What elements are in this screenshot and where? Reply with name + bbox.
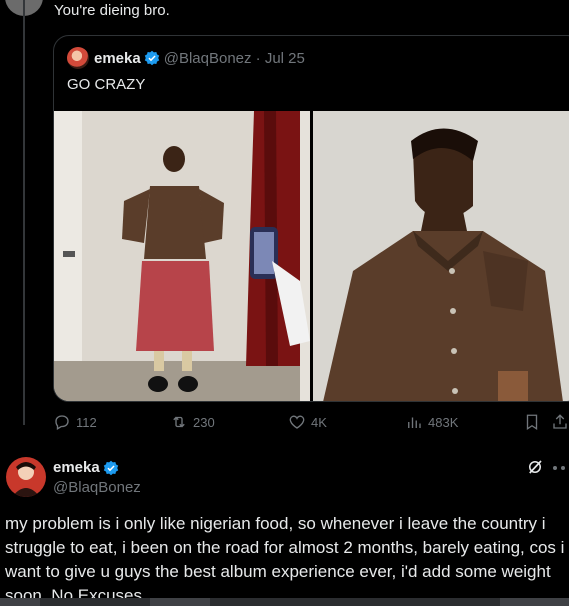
views-button[interactable]: 483K bbox=[405, 413, 458, 431]
like-count: 4K bbox=[311, 414, 327, 430]
quoted-tweet-text: GO CRAZY bbox=[67, 76, 146, 93]
author-handle[interactable]: @BlaqBonez bbox=[53, 479, 141, 496]
bookmark-button[interactable] bbox=[523, 413, 546, 431]
more-options-icon[interactable] bbox=[553, 466, 569, 470]
quoted-photo-1[interactable] bbox=[54, 111, 310, 401]
bottom-bar-segment bbox=[150, 598, 210, 606]
grok-icon[interactable] bbox=[526, 458, 544, 476]
quoted-author-name[interactable]: emeka bbox=[94, 50, 141, 67]
quoted-author-avatar[interactable] bbox=[67, 47, 89, 69]
quoted-author-handle[interactable]: @BlaqBonez bbox=[164, 50, 252, 67]
photo-1-illustration bbox=[54, 111, 310, 401]
quoted-tweet-card[interactable]: emeka @BlaqBonez · Jul 25 GO CRAZY bbox=[53, 35, 569, 402]
author-avatar[interactable] bbox=[6, 457, 46, 497]
views-icon bbox=[408, 417, 421, 428]
views-count: 483K bbox=[428, 414, 459, 430]
reply-text: You're dieing bro. bbox=[54, 2, 170, 19]
separator-dot: · bbox=[251, 49, 265, 67]
bottom-bar-segment bbox=[500, 598, 569, 606]
author-name-row: emeka bbox=[53, 459, 123, 476]
like-button[interactable]: 4K bbox=[288, 413, 327, 431]
repost-count: 230 bbox=[193, 414, 215, 430]
tweet-action-bar: 112 230 4K 483K bbox=[53, 413, 569, 435]
verified-badge-icon bbox=[103, 460, 118, 475]
photo-2-illustration bbox=[313, 111, 569, 401]
quoted-tweet-header: emeka @BlaqBonez · Jul 25 bbox=[67, 47, 305, 69]
share-icon bbox=[553, 414, 567, 429]
quoted-photo-2[interactable] bbox=[313, 111, 569, 401]
repost-button[interactable]: 230 bbox=[170, 413, 215, 431]
repost-icon bbox=[173, 416, 185, 428]
bottom-bar-segment bbox=[0, 598, 40, 606]
reply-count: 112 bbox=[76, 414, 97, 430]
author-avatar-image bbox=[6, 457, 46, 497]
quoted-tweet-date[interactable]: Jul 25 bbox=[265, 50, 305, 67]
reply-button[interactable]: 112 bbox=[53, 413, 97, 431]
tweet-body-text: my problem is i only like nigerian food,… bbox=[5, 514, 565, 605]
thread-line bbox=[23, 0, 25, 425]
reply-icon bbox=[55, 415, 69, 430]
verified-badge-icon bbox=[144, 50, 159, 66]
author-name[interactable]: emeka bbox=[53, 459, 100, 476]
heart-icon bbox=[289, 415, 305, 429]
bookmark-icon bbox=[526, 414, 538, 431]
bottom-bar bbox=[0, 598, 569, 606]
share-button[interactable] bbox=[551, 413, 569, 431]
